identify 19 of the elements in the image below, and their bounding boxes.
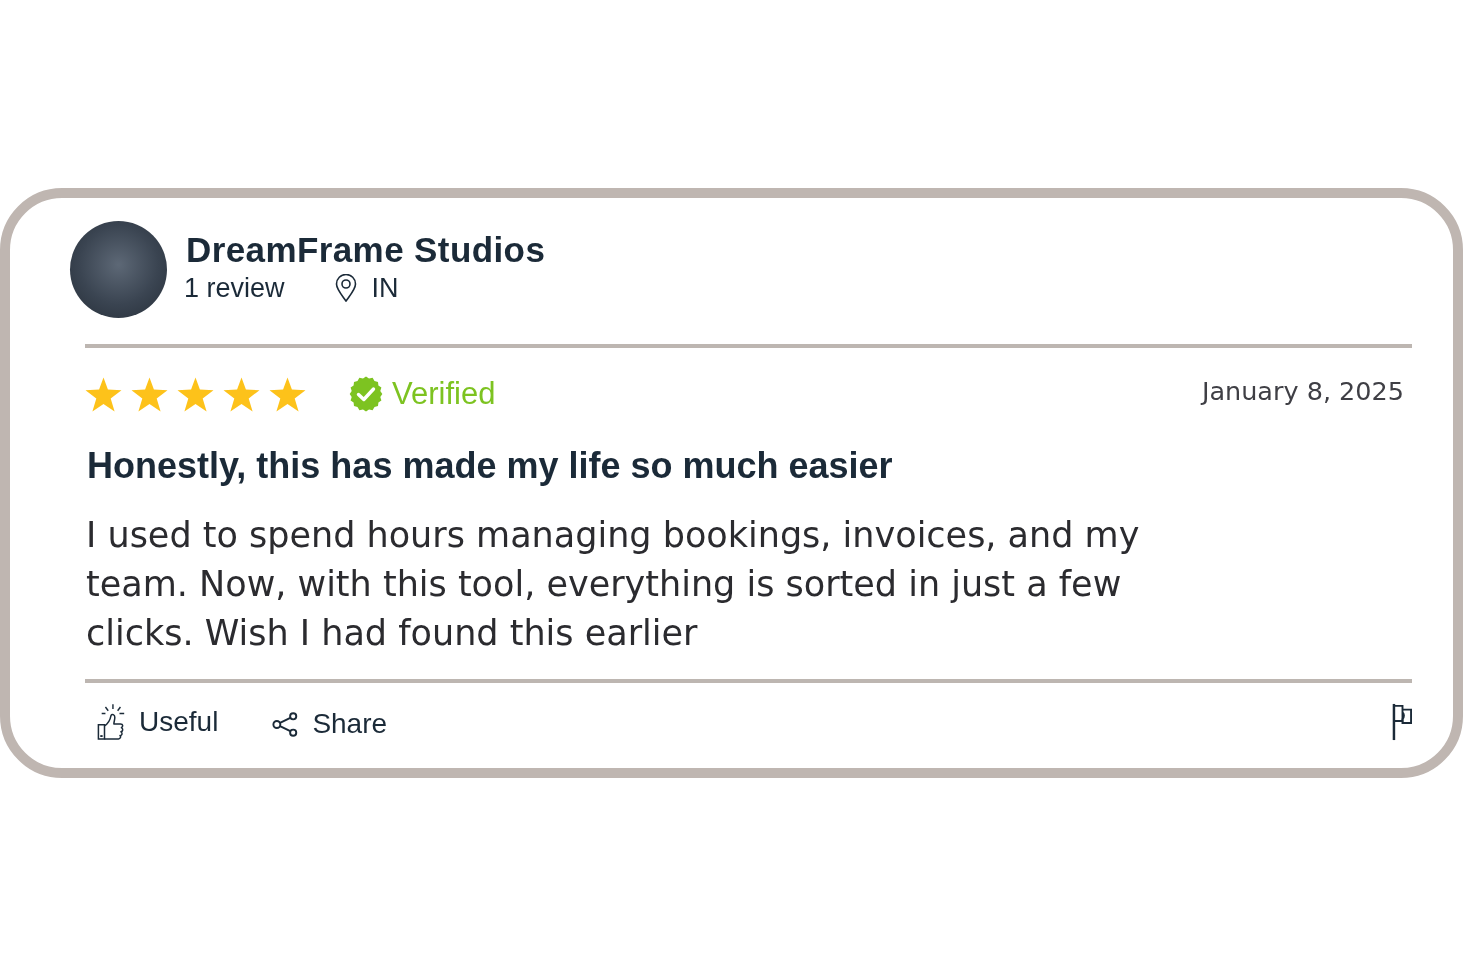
review-count: 1 review	[184, 271, 285, 304]
location-text: IN	[371, 271, 399, 304]
share-button[interactable]: Share	[272, 704, 388, 740]
review-title: Honestly, this has made my life so much easier	[87, 446, 894, 486]
report-button[interactable]	[1392, 703, 1413, 741]
star-icon	[85, 376, 122, 412]
verified-label: Verified	[392, 376, 496, 412]
review-date: January 8, 2025	[1201, 376, 1404, 406]
share-icon	[272, 711, 300, 737]
useful-button[interactable]: Useful	[97, 703, 219, 741]
reviewer-name: DreamFrame Studios	[186, 229, 546, 270]
star-icon	[131, 376, 168, 412]
flag-icon	[1392, 703, 1413, 741]
star-icon	[269, 376, 306, 412]
star-icon	[223, 376, 260, 412]
review-text: I used to spend hours managing bookings, invoices, and my team. Now, with this tool, everything is sorted in just a few clicks. Wish I had found this earlier	[86, 514, 1141, 655]
map-pin-icon	[334, 273, 357, 302]
thumbs-up-icon	[97, 703, 127, 741]
star-icon	[177, 376, 214, 412]
